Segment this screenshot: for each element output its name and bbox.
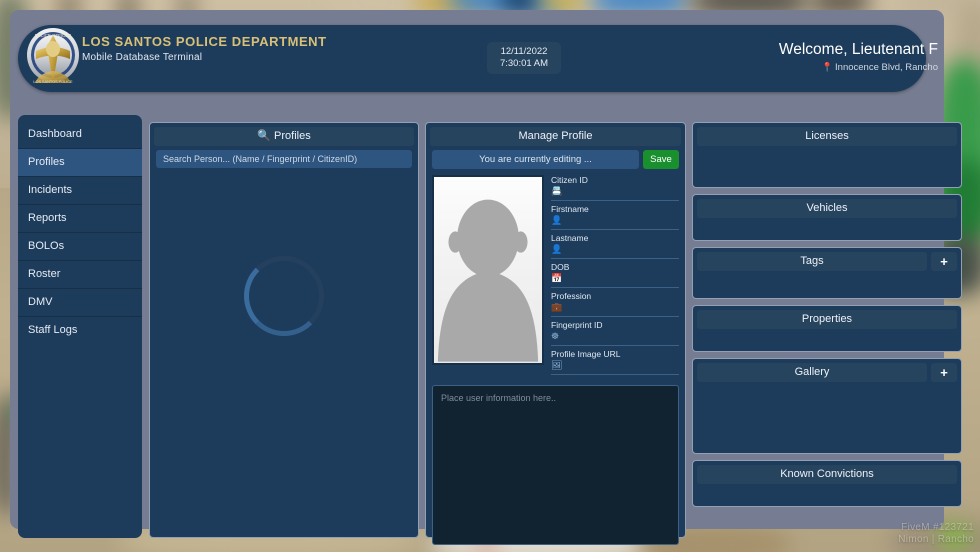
- sidebar-item-profiles[interactable]: Profiles: [18, 149, 142, 176]
- fivem-watermark: FiveM #123721 Nimon | Rancho: [898, 522, 974, 546]
- add-tags-button[interactable]: +: [931, 252, 957, 271]
- panel-title-vehicles[interactable]: Vehicles: [697, 199, 957, 218]
- field-citizen-id[interactable]: Citizen ID 📇: [551, 175, 679, 201]
- field-dob[interactable]: DOB 📅: [551, 262, 679, 288]
- field-label: DOB: [551, 262, 570, 272]
- field-lastname[interactable]: Lastname 👤: [551, 233, 679, 259]
- sidebar-item-bolos[interactable]: BOLOs: [18, 233, 142, 260]
- org-name: LOS SANTOS POLICE DEPARTMENT: [82, 34, 327, 49]
- police-badge-logo: POLICE OFFICER LOS SANTOS POLICE: [24, 25, 82, 91]
- panel-licenses: Licenses: [692, 122, 962, 188]
- header-titles: LOS SANTOS POLICE DEPARTMENT Mobile Data…: [82, 34, 327, 65]
- field-firstname[interactable]: Firstname 👤: [551, 204, 679, 230]
- panel-title-gallery[interactable]: Gallery: [697, 363, 927, 382]
- edit-status-bar: You are currently editing ... Save: [432, 150, 679, 169]
- panel-header: Known Convictions: [697, 465, 957, 484]
- field-profile-image-url[interactable]: Profile Image URL 🖼: [551, 349, 679, 375]
- field-label: Profile Image URL: [551, 349, 621, 359]
- id-card-icon: 📇: [551, 186, 563, 196]
- panel-vehicles: Vehicles: [692, 194, 962, 241]
- watermark-line-1: FiveM #123721: [901, 522, 974, 533]
- search-input[interactable]: Search Person... (Name / Fingerprint / C…: [156, 150, 412, 168]
- field-fingerprint-id[interactable]: Fingerprint ID ☸: [551, 320, 679, 346]
- panel-header: Vehicles: [697, 199, 957, 218]
- panel-known-convictions: Known Convictions: [692, 460, 962, 507]
- field-label: Citizen ID: [551, 175, 588, 185]
- map-pin-icon: 📍: [821, 62, 834, 72]
- panel-header: Licenses: [697, 127, 957, 146]
- field-profession[interactable]: Profession 💼: [551, 291, 679, 317]
- add-gallery-button[interactable]: +: [931, 363, 957, 382]
- person-icon: 👤: [551, 244, 563, 254]
- search-icon: 🔍: [257, 130, 271, 142]
- profile-body: Citizen ID 📇 Firstname 👤 Lastname 👤 DOB 📅 Profes…: [432, 175, 679, 378]
- panel-title-known-convictions[interactable]: Known Convictions: [697, 465, 957, 484]
- profiles-results-list: [150, 168, 418, 526]
- panel-header: Gallery +: [697, 363, 957, 382]
- welcome-text: Welcome, Lieutenant F: [778, 41, 938, 58]
- field-label: Fingerprint ID: [551, 320, 603, 330]
- app-subtitle: Mobile Database Terminal: [82, 52, 203, 63]
- right-column: Licenses Vehicles Tags + Properties Gallery + K…: [692, 122, 962, 513]
- notes-textarea[interactable]: Place user information here..: [432, 385, 679, 545]
- sidebar-item-reports[interactable]: Reports: [18, 205, 142, 232]
- loading-spinner: [244, 256, 324, 336]
- sidebar-item-dashboard[interactable]: Dashboard: [18, 121, 142, 148]
- fingerprint-icon: ☸: [551, 331, 560, 341]
- sidebar-nav: Dashboard Profiles Incidents Reports BOLOs Ro…: [18, 115, 142, 538]
- calendar-icon: 📅: [551, 273, 563, 283]
- sidebar-item-staff-logs[interactable]: Staff Logs: [18, 317, 142, 344]
- watermark-line-2: Nimon | Rancho: [898, 534, 974, 545]
- panel-title-properties[interactable]: Properties: [697, 310, 957, 329]
- profiles-panel-title: 🔍 Profiles: [154, 127, 414, 146]
- svg-text:LOS SANTOS POLICE: LOS SANTOS POLICE: [33, 80, 73, 84]
- sidebar-item-roster[interactable]: Roster: [18, 261, 142, 288]
- manage-profile-title: Manage Profile: [430, 127, 681, 146]
- avatar: [432, 175, 544, 365]
- save-button[interactable]: Save: [643, 150, 679, 169]
- manage-profile-panel: Manage Profile You are currently editing…: [425, 122, 686, 545]
- sidebar-item-incidents[interactable]: Incidents: [18, 177, 142, 204]
- field-label: Profession: [551, 291, 592, 301]
- profile-fields: Citizen ID 📇 Firstname 👤 Lastname 👤 DOB 📅 Profes…: [551, 175, 679, 378]
- panel-header: Properties: [697, 310, 957, 329]
- briefcase-icon: 💼: [551, 302, 563, 312]
- user-location-label: Innocence Blvd, Rancho: [835, 62, 938, 73]
- panel-gallery: Gallery +: [692, 358, 962, 454]
- header-time: 7:30:01 AM: [499, 58, 549, 69]
- field-label: Lastname: [551, 233, 589, 243]
- sidebar-item-dmv[interactable]: DMV: [18, 289, 142, 316]
- header-clock: 12/11/2022 7:30:01 AM: [487, 42, 561, 74]
- user-location: 📍 Innocence Blvd, Rancho: [779, 60, 938, 75]
- panel-tags: Tags +: [692, 247, 962, 299]
- image-icon: 🖼: [551, 360, 563, 370]
- panel-title-licenses[interactable]: Licenses: [697, 127, 957, 146]
- svg-text:POLICE OFFICER: POLICE OFFICER: [35, 33, 72, 38]
- profiles-title-label: Profiles: [274, 130, 311, 142]
- panel-properties: Properties: [692, 305, 962, 352]
- field-label: Firstname: [551, 204, 589, 214]
- header-date: 12/11/2022: [500, 46, 548, 57]
- person-icon: 👤: [551, 215, 563, 225]
- editing-status-text: You are currently editing ...: [432, 150, 639, 169]
- panel-title-tags[interactable]: Tags: [697, 252, 927, 271]
- profiles-panel: 🔍 Profiles Search Person... (Name / Fing…: [149, 122, 419, 538]
- panel-header: Tags +: [697, 252, 957, 271]
- header-user-info: Welcome, Lieutenant F 📍 Innocence Blvd, R…: [779, 40, 938, 75]
